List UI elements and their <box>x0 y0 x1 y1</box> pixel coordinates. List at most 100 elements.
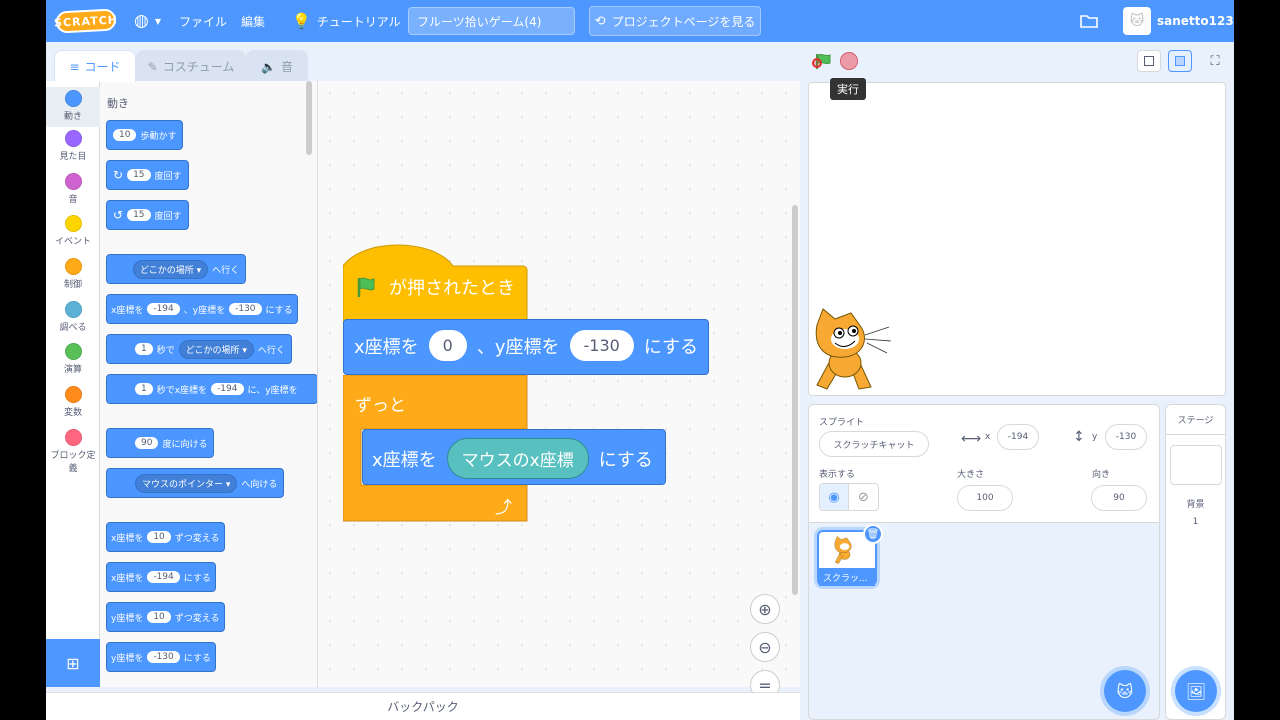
category-control[interactable]: 制御 <box>46 258 100 290</box>
category-sound[interactable]: 音 <box>46 173 100 205</box>
category-looks[interactable]: 見た目 <box>46 130 100 162</box>
dropdown-value: どこかの場所 <box>140 265 194 276</box>
category-my-blocks[interactable]: ブロック定義 <box>46 429 100 474</box>
script-go-to-xy-block[interactable]: x座標を 0 、y座標を -130 にする <box>343 319 709 375</box>
set-x-block[interactable]: x座標を -194 にする <box>106 562 216 592</box>
go-to-block[interactable]: どこかの場所 ▾ へ行く <box>106 254 247 284</box>
seconds-input[interactable]: 1 <box>135 383 153 395</box>
y-position-input[interactable]: -130 <box>1105 424 1147 450</box>
point-towards-block[interactable]: マウスのポインター ▾ へ向ける <box>106 468 285 498</box>
account-menu[interactable]: 🐱 sanetto123 ▼ <box>1123 0 1234 42</box>
tab-code[interactable]: ≡ コード <box>54 50 136 82</box>
choose-backdrop-button[interactable]: 🖼 <box>1175 670 1217 712</box>
hide-button[interactable]: ⊘ <box>849 484 878 510</box>
fullscreen-button[interactable]: ⛶ <box>1203 50 1227 72</box>
go-to-xy-block[interactable]: x座標を -194 、y座標を -130 にする <box>106 294 298 324</box>
glide-to-xy-block[interactable]: 1 秒でx座標を -194 に、y座標を <box>106 374 317 404</box>
x-input[interactable]: -194 <box>147 303 180 315</box>
delete-sprite-button[interactable]: 🗑 <box>863 524 883 544</box>
y-change-input[interactable]: 10 <box>147 611 171 623</box>
tab-costumes[interactable]: ✎ コスチューム <box>136 50 246 82</box>
see-project-page-button[interactable]: ⟲ プロジェクトページを見る <box>589 6 761 36</box>
turn-left-block[interactable]: ↺ 15 度回す <box>106 200 189 230</box>
degrees-input[interactable]: 15 <box>127 209 151 221</box>
category-sensing[interactable]: 調べる <box>46 301 100 333</box>
stop-button[interactable] <box>840 52 858 70</box>
x-input[interactable]: 0 <box>428 330 467 361</box>
backpack[interactable]: バックパック <box>46 692 800 720</box>
category-variables[interactable]: 変数 <box>46 386 100 418</box>
rotate-left-icon: ↺ <box>113 208 124 222</box>
my-stuff-button[interactable] <box>1080 0 1098 42</box>
tab-sounds[interactable]: 🔈 音 <box>246 50 308 82</box>
sprite-thumbnail[interactable]: スクラッ... 🗑 <box>817 524 883 586</box>
category-operators[interactable]: 演算 <box>46 343 100 375</box>
zoom-out-icon: ⊖ <box>758 637 772 657</box>
x-input[interactable]: -194 <box>147 571 180 583</box>
change-y-block[interactable]: y座標を 10 ずつ変える <box>106 602 225 632</box>
x-input[interactable]: -194 <box>211 383 244 395</box>
stage-selector-title: ステージ <box>1166 405 1225 435</box>
block-text: x座標を <box>372 449 437 471</box>
seconds-input[interactable]: 1 <box>135 343 153 355</box>
y-input[interactable]: -130 <box>569 330 634 361</box>
palette-scrollbar[interactable] <box>306 81 312 155</box>
normal-stage-button[interactable] <box>1168 50 1192 72</box>
category-events[interactable]: イベント <box>46 215 100 247</box>
edit-menu[interactable]: 編集 <box>241 0 265 42</box>
turn-right-block[interactable]: ↻ 15 度回す <box>106 160 189 190</box>
steps-input[interactable]: 10 <box>113 129 137 141</box>
block-text: 秒で <box>156 345 175 356</box>
target-dropdown[interactable]: どこかの場所 ▾ <box>133 259 209 279</box>
block-text: y座標を <box>111 613 144 624</box>
tutorials-menu[interactable]: 💡 チュートリアル <box>292 0 401 42</box>
y-input[interactable]: -130 <box>229 303 262 315</box>
language-menu[interactable]: ◍ ▼ <box>134 0 161 42</box>
category-motion[interactable]: 動き <box>46 87 100 127</box>
cat-add-icon: 🐱 <box>1116 681 1134 701</box>
category-dot <box>64 130 82 147</box>
dropdown-value: どこかの場所 <box>185 345 240 356</box>
target-dropdown[interactable]: どこかの場所 ▾ <box>178 339 254 359</box>
degrees-input[interactable]: 15 <box>127 169 151 181</box>
show-button[interactable]: ◉ <box>820 484 850 510</box>
target-dropdown[interactable]: マウスのポインター ▾ <box>135 473 238 493</box>
script-set-x-block[interactable]: x座標を マウスのx座標 にする <box>362 429 666 485</box>
x-position-input[interactable]: -194 <box>997 424 1039 450</box>
move-steps-block[interactable]: 10 歩動かす <box>106 120 184 150</box>
direction-input[interactable]: 90 <box>1091 485 1147 511</box>
add-extension-button[interactable]: ⊞ <box>46 639 100 687</box>
y-input[interactable]: -130 <box>147 651 180 663</box>
scratch-cat-sprite[interactable] <box>809 305 895 396</box>
normal-stage-icon <box>1175 56 1185 66</box>
menu-bar: SCRATCH ◍ ▼ ファイル 編集 💡 チュートリアル フルーツ拾いゲーム(… <box>46 0 1234 42</box>
green-flag-icon <box>357 277 375 297</box>
block-text: x座標を <box>111 533 144 544</box>
sprite-name-input[interactable]: スクラッチキャット <box>819 431 929 457</box>
block-text: にする <box>183 573 211 584</box>
workspace-scrollbar[interactable] <box>792 205 798 595</box>
point-in-direction-block[interactable]: 90 度に向ける <box>106 428 215 458</box>
project-title-input[interactable]: フルーツ拾いゲーム(4) <box>408 7 575 35</box>
set-y-block[interactable]: y座標を -130 にする <box>106 642 216 672</box>
code-icon: ≡ <box>69 59 80 74</box>
stage[interactable] <box>808 82 1226 396</box>
avatar: 🐱 <box>1123 7 1151 35</box>
file-menu[interactable]: ファイル <box>179 0 227 42</box>
zoom-out-button[interactable]: ⊖ <box>750 632 780 662</box>
choose-sprite-button[interactable]: 🐱 <box>1104 670 1146 712</box>
when-flag-clicked-block[interactable]: が押されたとき <box>343 244 529 328</box>
direction-input[interactable]: 90 <box>135 437 159 449</box>
stage-selector[interactable]: ステージ 背景 1 🖼 <box>1165 404 1226 720</box>
glide-to-block[interactable]: 1 秒で どこかの場所 ▾ へ行く <box>106 334 292 364</box>
size-input[interactable]: 100 <box>957 485 1013 511</box>
script-workspace[interactable]: が押されたとき x座標を 0 、y座標を -130 にする ずっと ⤴ x座標を <box>318 81 800 700</box>
block-text: 、y座標を <box>183 305 226 316</box>
mouse-x-reporter[interactable]: マウスのx座標 <box>446 438 589 479</box>
change-x-block[interactable]: x座標を 10 ずつ変える <box>106 522 225 552</box>
small-stage-button[interactable] <box>1137 50 1161 72</box>
block-text: にする <box>183 653 211 664</box>
scratch-logo[interactable]: SCRATCH <box>54 8 118 34</box>
zoom-in-button[interactable]: ⊕ <box>750 594 780 624</box>
x-change-input[interactable]: 10 <box>147 531 171 543</box>
